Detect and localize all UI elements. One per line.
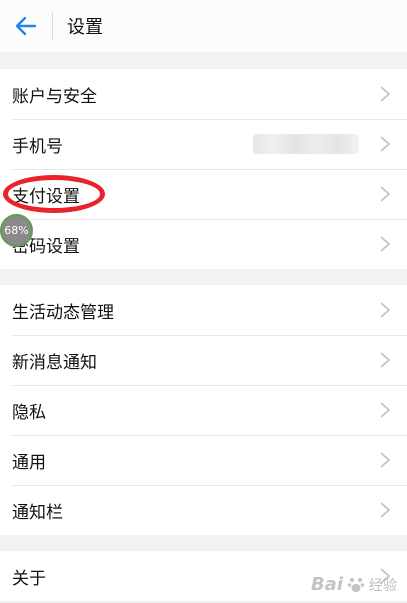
settings-screen: 设置 账户与安全 手机号 支付设置 密码设置 生活动态管理 新消息通知 隐私 通… — [0, 0, 407, 603]
settings-item-new-message-notify[interactable]: 新消息通知 — [0, 335, 407, 385]
settings-item-label: 账户与安全 — [12, 86, 97, 107]
settings-item-label: 新消息通知 — [12, 352, 97, 373]
chevron-right-icon — [380, 186, 391, 202]
settings-item-payment[interactable]: 支付设置 — [0, 169, 407, 219]
chevron-right-icon — [380, 352, 391, 368]
arrow-left-icon — [15, 16, 37, 36]
chevron-right-icon — [380, 302, 391, 318]
chevron-right-icon — [380, 136, 391, 152]
settings-item-general[interactable]: 通用 — [0, 435, 407, 485]
app-header: 设置 — [0, 0, 407, 52]
settings-item-privacy[interactable]: 隐私 — [0, 385, 407, 435]
settings-item-life-feed[interactable]: 生活动态管理 — [0, 285, 407, 335]
chevron-right-icon — [380, 452, 391, 468]
settings-item-notification-bar[interactable]: 通知栏 — [0, 485, 407, 535]
floating-progress-ball[interactable]: 68% — [0, 214, 33, 247]
header-divider — [52, 12, 53, 40]
chevron-right-icon — [380, 402, 391, 418]
phone-number-blurred — [253, 134, 359, 154]
chevron-right-icon — [380, 502, 391, 518]
settings-item-label: 通知栏 — [12, 502, 63, 523]
chevron-right-icon — [380, 568, 391, 584]
chevron-right-icon — [380, 86, 391, 102]
page-title: 设置 — [67, 17, 103, 38]
settings-item-password[interactable]: 密码设置 — [0, 219, 407, 269]
chevron-right-icon — [380, 236, 391, 252]
settings-item-label: 通用 — [12, 452, 46, 473]
settings-item-account-security[interactable]: 账户与安全 — [0, 69, 407, 119]
settings-item-label: 关于 — [12, 568, 46, 589]
back-button[interactable] — [0, 0, 52, 52]
settings-group-account: 账户与安全 手机号 支付设置 密码设置 — [0, 69, 407, 269]
settings-item-label: 生活动态管理 — [12, 302, 114, 323]
settings-group-general: 生活动态管理 新消息通知 隐私 通用 通知栏 — [0, 285, 407, 535]
settings-item-label: 隐私 — [12, 402, 46, 423]
progress-text: 68% — [4, 224, 29, 237]
settings-item-phone[interactable]: 手机号 — [0, 119, 407, 169]
settings-item-label: 手机号 — [12, 136, 63, 157]
settings-item-label: 支付设置 — [12, 186, 80, 207]
settings-item-about[interactable]: 关于 — [0, 551, 407, 601]
settings-group-about: 关于 — [0, 551, 407, 601]
